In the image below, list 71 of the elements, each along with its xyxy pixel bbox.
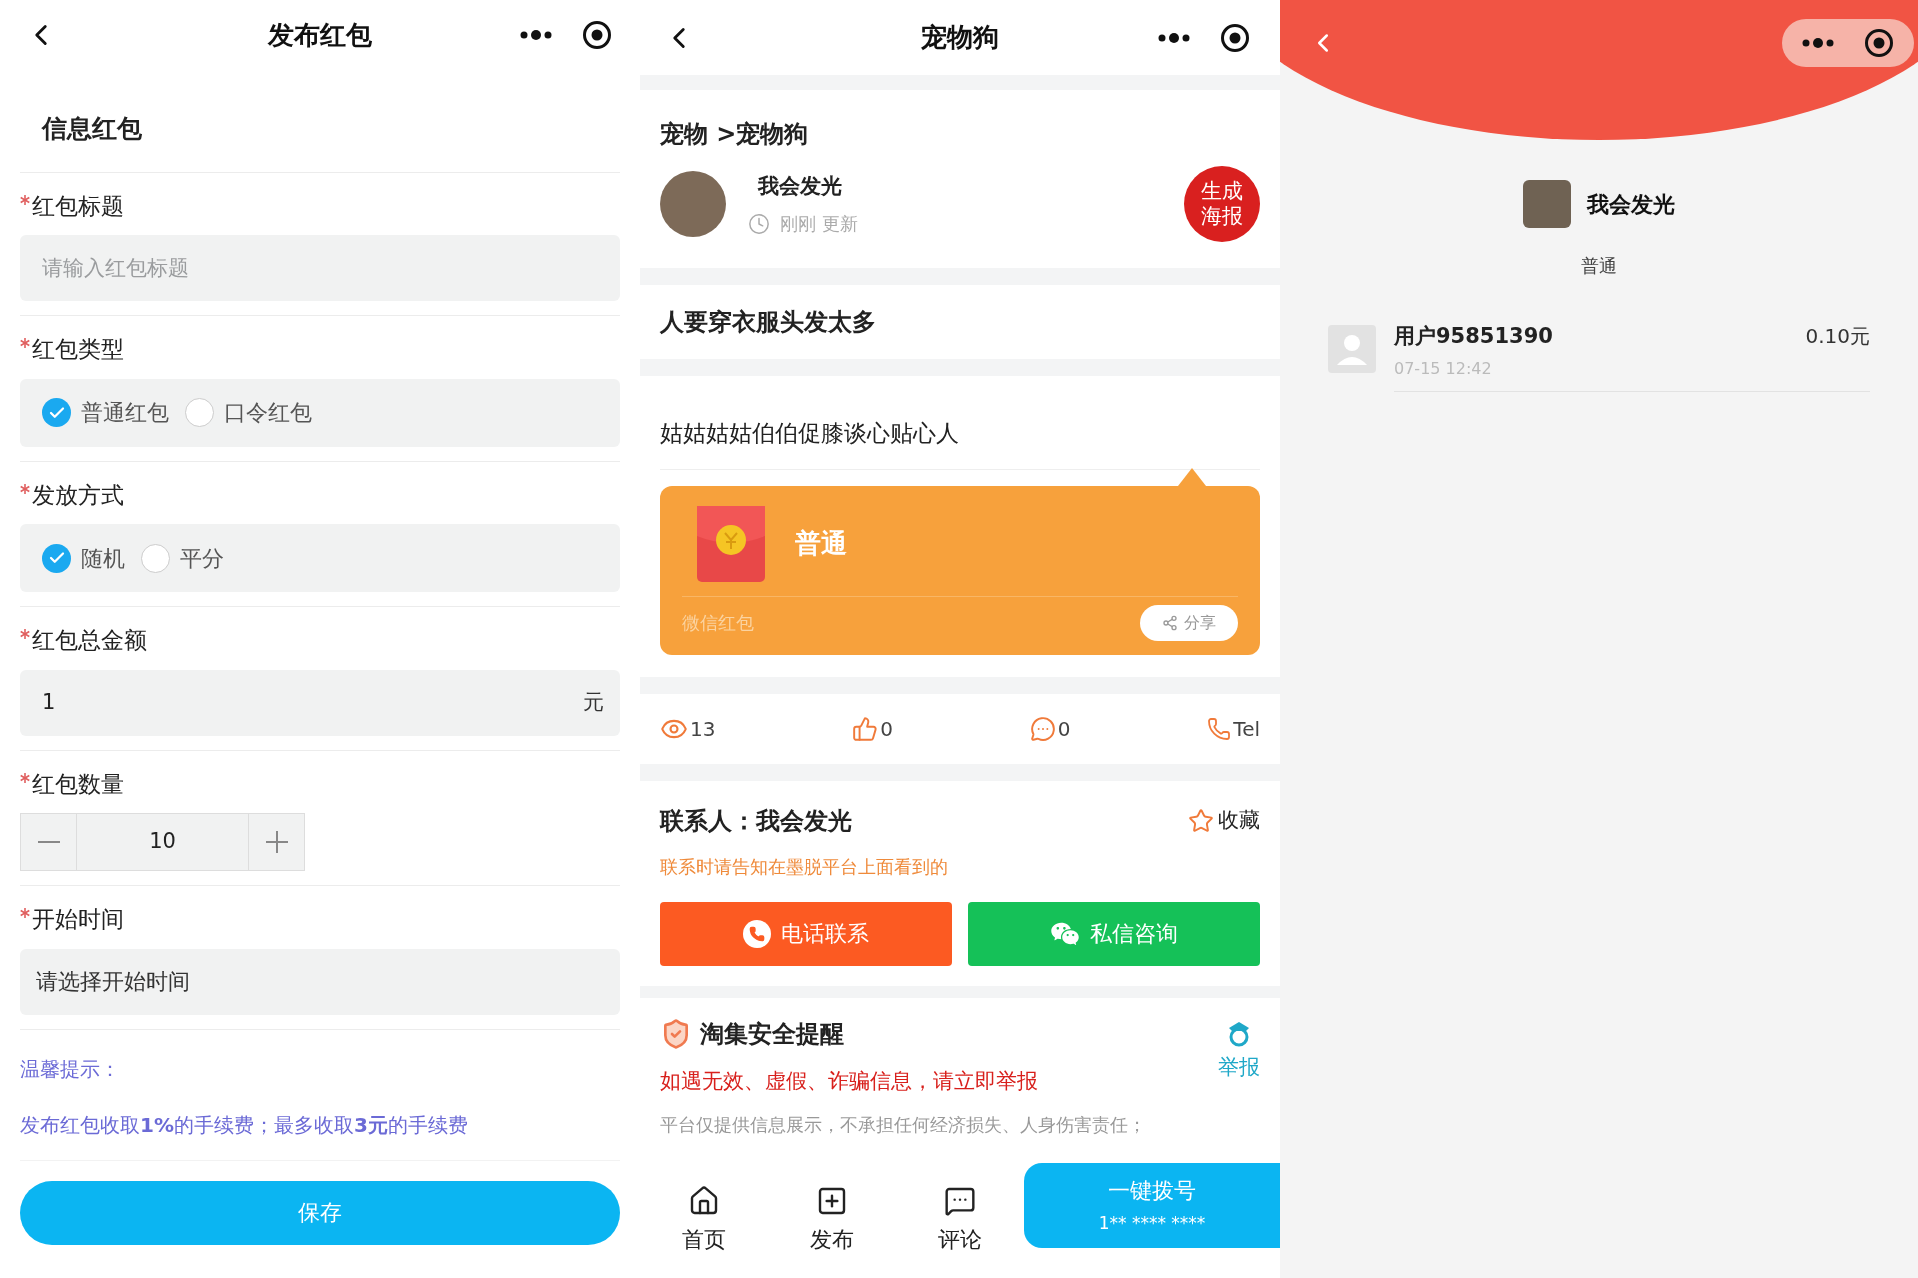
home-icon [688,1185,720,1217]
field-label: 红包总金额 [32,626,147,655]
phone-icon [743,919,771,948]
post-headline: 人要穿衣服头发太多 [660,307,876,338]
stat-value: Tel [1233,715,1260,743]
field-label: 红包数量 [32,769,124,799]
packet-source: 微信红包 [682,611,754,635]
radio-option[interactable]: 口令红包 [185,396,312,429]
post-body: 姑姑姑姑伯伯促膝谈心贴心人 [660,416,1260,470]
page-title: 宠物狗 [921,21,999,54]
amount: 0.10元 [1805,323,1870,350]
favorite-button[interactable]: 收藏 [1188,804,1260,837]
safety-warning: 如遇无效、虚假、诈骗信息，请立即举报 [660,1067,1039,1095]
quantity-input[interactable]: 10 [77,813,248,871]
star-icon [1188,807,1214,834]
clock-icon [748,212,770,235]
minus-icon [37,841,60,843]
phone-icon [1207,716,1232,741]
safety-disclaimer: 平台仅提供信息展示，不承担任何经济损失、人身伤害责任； [660,1113,1146,1137]
packet-type: 普通 [1581,254,1617,278]
nav-item[interactable]: 发布 [810,1185,854,1256]
page-title: 发布红包 [268,18,372,52]
stat-value: 0 [1057,715,1071,743]
contact-heading: 联系人：我会发光 [660,805,852,837]
comment-icon [944,1185,976,1217]
stat-value: 13 [690,715,716,743]
plus-icon [265,831,288,853]
field-label: 开始时间 [32,905,124,934]
increase-button[interactable] [248,813,305,871]
author-name: 我会发光 [756,172,843,200]
more-icon[interactable] [1802,37,1834,48]
user-placeholder-icon [1328,325,1376,373]
nav-item[interactable]: 首页 [682,1185,726,1256]
avatar [1523,180,1571,228]
share-icon [1162,614,1178,631]
radio-option[interactable]: 平分 [141,541,224,575]
plus-square-icon [816,1185,848,1217]
unit-label: 元 [579,669,620,736]
packet-type-title: 普通 [795,527,847,560]
radio-option[interactable]: 普通红包 [42,396,169,429]
field-label: 发放方式 [32,480,124,510]
close-icon[interactable] [1220,22,1250,53]
user-name: 用户95851390 [1394,323,1553,350]
title-input[interactable]: 请输入红包标题 [20,235,620,301]
thumbs-up-icon [852,715,879,742]
amount-input[interactable]: 1 [20,669,579,736]
stat-value: 0 [880,715,893,743]
radio-option[interactable]: 随机 [42,541,125,575]
envelope-icon [697,505,765,582]
more-icon[interactable] [1158,32,1190,43]
section-title: 信息红包 [42,114,142,143]
field-label: 红包标题 [32,191,124,221]
field-label: 红包类型 [32,335,124,364]
tip-title: 温馨提示： [20,1055,121,1083]
fee-tip: 发布红包收取1%的手续费；最多收取3元的手续费 [20,1111,469,1139]
record-time: 07-15 12:42 [1394,357,1493,380]
update-time: 刚刚 更新 [780,212,858,237]
time-picker-field[interactable]: 请选择开始时间 [20,948,620,1015]
sender-name: 我会发光 [1587,190,1675,219]
dial-label: 一键拨号 [1108,1177,1196,1206]
more-icon[interactable] [520,30,552,40]
nav-item[interactable]: 评论 [938,1185,982,1256]
breadcrumb: 宠物 >宠物狗 [660,119,810,150]
close-icon[interactable] [582,20,612,50]
safety-title: 淘集安全提醒 [700,1018,844,1050]
phone-number: 1** **** **** [1098,1212,1206,1236]
callout-pointer [1178,467,1206,486]
contact-note: 联系时请告知在墨脱平台上面看到的 [660,854,949,879]
close-icon[interactable] [1864,27,1894,58]
poster-button[interactable]: 生成海报 [1184,166,1260,242]
comment-icon [1029,715,1056,742]
